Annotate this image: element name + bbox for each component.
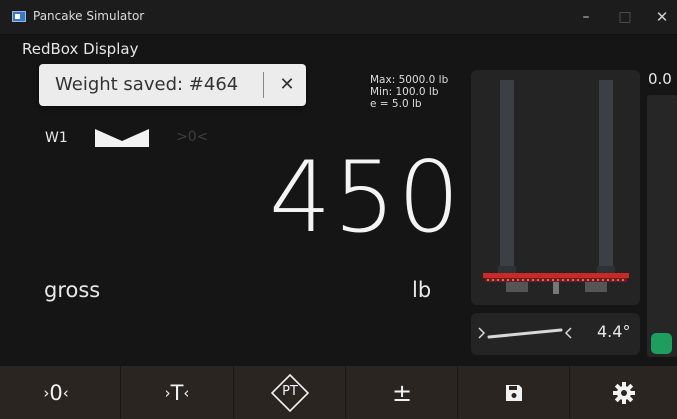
center-of-zero-indicator: >0<: [176, 129, 209, 145]
weight-unit: lb: [412, 278, 432, 302]
forklift-graphic-panel: [471, 70, 640, 305]
close-window-button[interactable]: ✕: [649, 6, 675, 28]
window-title-bar: Pancake Simulator – □ ✕: [0, 0, 677, 35]
max-capacity: Max: 5000.0 lb: [370, 74, 449, 86]
save-button[interactable]: [458, 366, 570, 419]
settings-button[interactable]: [570, 366, 677, 419]
forklift-forks-icon: [483, 80, 629, 294]
tare-button[interactable]: › T ‹: [121, 366, 233, 419]
side-gauge-value: 0.0: [648, 70, 672, 88]
chevron-left-icon: ‹: [183, 383, 190, 402]
toast-message: Weight saved: #464: [55, 74, 239, 95]
plus-minus-button[interactable]: ±: [346, 366, 458, 419]
minimize-button[interactable]: –: [573, 6, 599, 28]
scale-label: W1: [45, 130, 68, 146]
side-gauge-track: [647, 95, 677, 357]
display-title: RedBox Display: [22, 40, 139, 58]
save-icon: [506, 384, 522, 401]
preset-tare-button[interactable]: PT: [234, 366, 346, 419]
maximize-button[interactable]: □: [612, 6, 638, 28]
capacity-info: Max: 5000.0 lb Min: 100.0 lb e = 5.0 lb: [370, 74, 448, 110]
division-value: e = 5.0 lb: [370, 98, 422, 110]
zero-button-label: 0: [49, 380, 63, 405]
chevron-left-icon: ‹: [62, 383, 69, 402]
preset-tare-icon: PT: [270, 373, 310, 413]
gear-icon: [612, 381, 635, 404]
zero-button[interactable]: › 0 ‹: [0, 366, 112, 419]
tilt-level-icon: [478, 327, 572, 339]
plus-minus-icon: ±: [391, 378, 413, 407]
min-capacity: Min: 100.0 lb: [370, 86, 439, 98]
tilt-angle: 4.4°: [597, 322, 631, 341]
preset-tare-label: PT: [282, 383, 298, 399]
window-title: Pancake Simulator: [33, 9, 145, 23]
stable-icon: [95, 127, 149, 149]
weight-value: 450: [268, 141, 462, 255]
tare-button-label: T: [170, 380, 184, 405]
toast-close-button[interactable]: ✕: [275, 72, 299, 98]
weight-mode: gross: [44, 278, 101, 302]
status-indicator: [651, 333, 672, 354]
toast-notification: Weight saved: #464 ✕: [39, 64, 306, 106]
app-icon: [12, 11, 26, 22]
bottom-toolbar: › 0 ‹ › T ‹ PT ±: [0, 366, 677, 419]
toast-divider: [263, 72, 264, 98]
